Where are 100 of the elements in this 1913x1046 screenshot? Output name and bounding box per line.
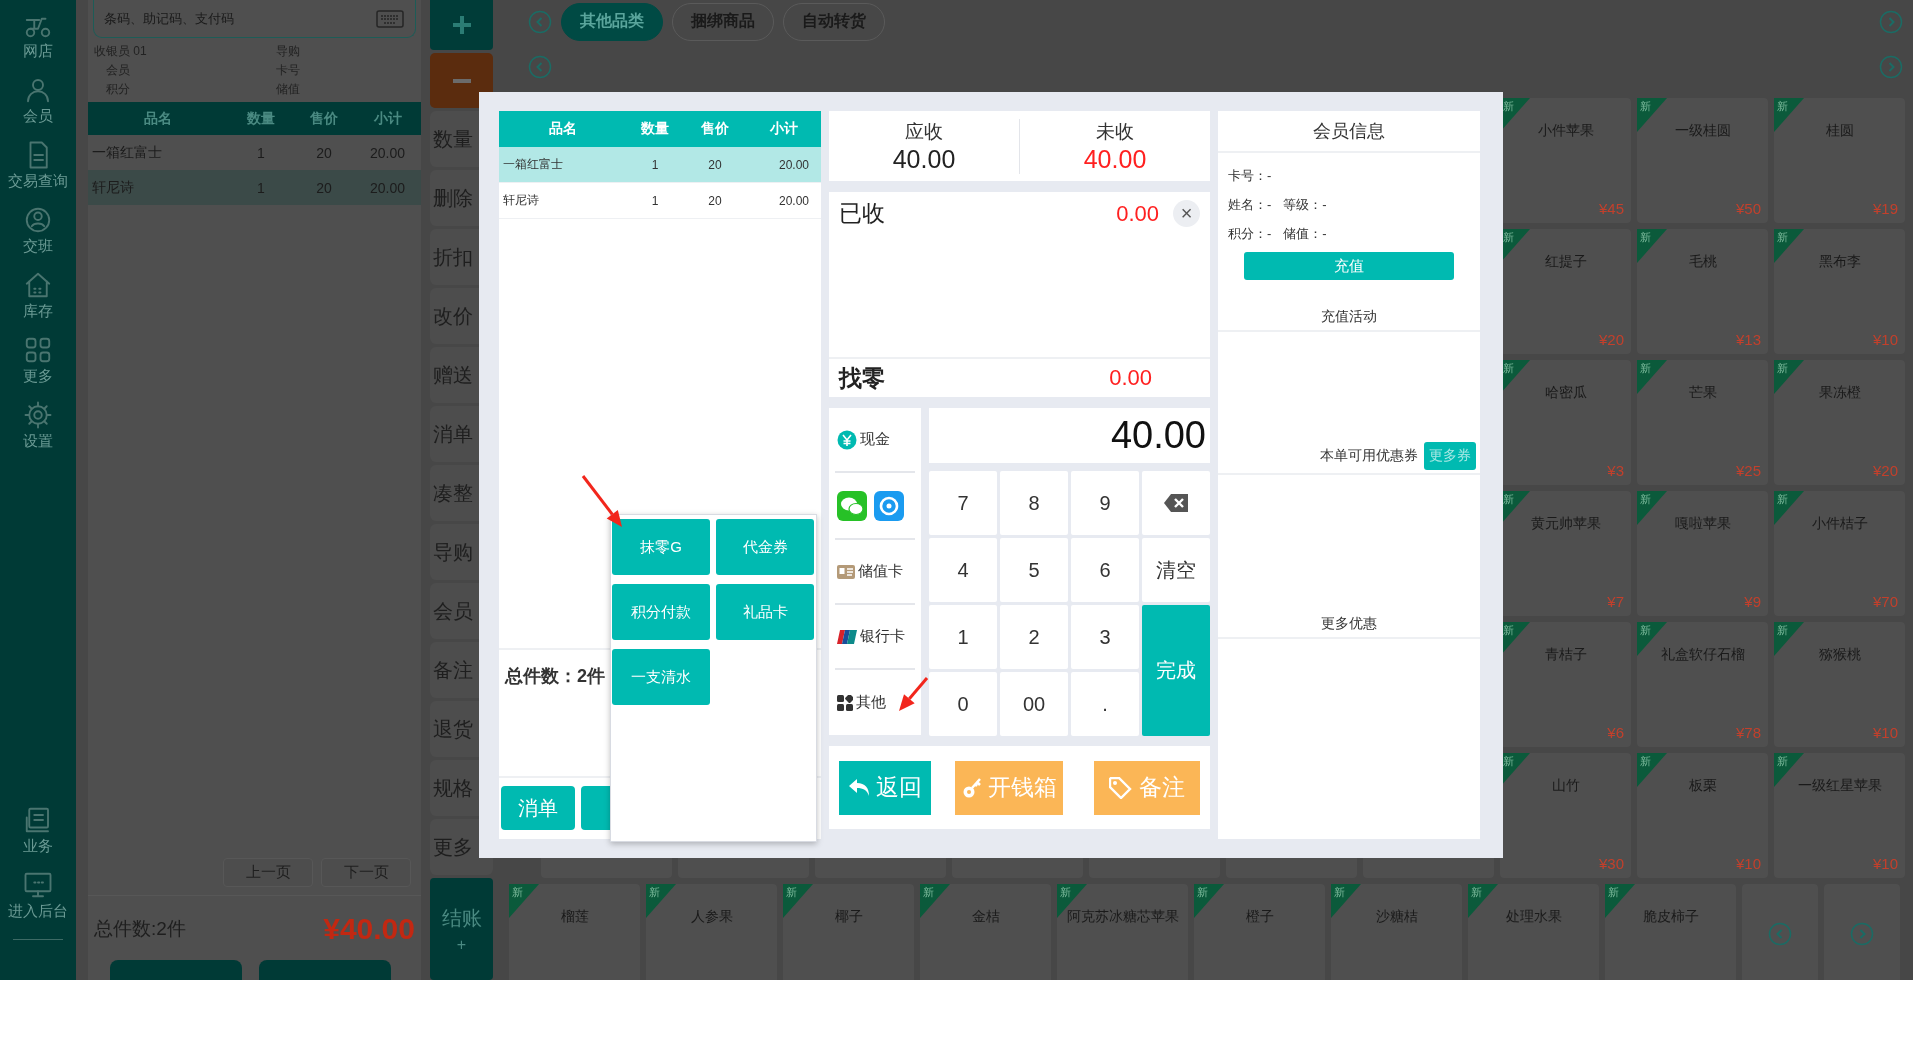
member-field: 卡号：- (1228, 161, 1272, 190)
new-badge: 新 (1774, 491, 1804, 525)
table-row[interactable]: 一箱红富士 1 20 20.00 (499, 147, 821, 183)
number-key[interactable]: 0 (929, 672, 997, 736)
payment-method[interactable]: 储值卡 (835, 540, 915, 605)
table-cell-text: 20 (707, 157, 723, 172)
column-header: 小计 (372, 109, 403, 128)
column-header: 品名 (143, 109, 173, 128)
checkout-button[interactable]: 结账 + (430, 878, 493, 980)
sidebar-item[interactable]: 进入后台 (8, 868, 68, 923)
sidebar-item[interactable]: 交班 (23, 203, 53, 258)
payment-method[interactable]: 其他 (835, 670, 915, 735)
received-value: 0.00 (1116, 200, 1159, 227)
done-button[interactable]: 完成 (1142, 605, 1210, 736)
new-badge: 新 (1331, 884, 1361, 918)
summary-value: 40.00 (1083, 144, 1147, 174)
number-key[interactable]: 2 (1000, 605, 1068, 669)
payment-option-button[interactable]: 礼品卡 (716, 584, 814, 640)
new-badge: 新 (646, 884, 676, 918)
new-badge: 新 (1774, 229, 1804, 263)
table-cell-text: 1 (650, 157, 660, 172)
table-cell-text: 轩尼诗 (502, 192, 540, 209)
product-price: ¥13 (1735, 331, 1762, 348)
product-price: ¥7 (1607, 593, 1625, 610)
new-badge: 新 (1774, 622, 1804, 656)
product-price: ¥10 (1872, 331, 1899, 348)
sidebar-item[interactable]: 交易查询 (8, 138, 68, 193)
total-count: 总件数：2件 (505, 666, 605, 686)
summary-label: 未收 (1096, 119, 1134, 144)
sidebar-item[interactable]: 网店 (23, 8, 53, 63)
sidebar-item[interactable]: 更多 (23, 333, 53, 388)
clear-button[interactable]: × (1173, 200, 1200, 227)
product-price: ¥10 (1872, 724, 1899, 741)
column-header: 品名 (548, 120, 578, 138)
received-label: 已收 (839, 199, 885, 228)
recharge-button[interactable]: 充值 (1244, 252, 1454, 280)
number-key[interactable]: 6 (1071, 538, 1139, 602)
number-key[interactable]: 3 (1071, 605, 1139, 669)
number-key[interactable]: . (1071, 672, 1139, 736)
amount-display: 40.00 (929, 408, 1210, 463)
number-key[interactable]: 7 (929, 471, 997, 535)
new-badge: 新 (783, 884, 813, 918)
sidebar-item[interactable]: 业务 (23, 803, 53, 858)
table-cell-text: 20.00 (777, 193, 810, 208)
table-cell-text: 20.00 (777, 157, 810, 172)
payment-option-button[interactable]: 抹零G (612, 519, 710, 575)
new-badge: 新 (1637, 491, 1667, 525)
number-key[interactable]: 1 (929, 605, 997, 669)
payment-method[interactable]: 银行卡 (835, 605, 915, 670)
product-price: ¥6 (1607, 724, 1625, 741)
number-key[interactable]: 9 (1071, 471, 1139, 535)
section-title: 充值活动 (1218, 302, 1480, 332)
category-tab[interactable]: 其他品类 (561, 2, 663, 41)
product-price: ¥78 (1735, 724, 1762, 741)
number-key[interactable]: 4 (929, 538, 997, 602)
new-badge: 新 (509, 884, 539, 918)
product-price: ¥70 (1872, 593, 1899, 610)
payment-option-button[interactable]: 积分付款 (612, 584, 710, 640)
sidebar-item[interactable]: 库存 (23, 268, 53, 323)
new-badge: 新 (1194, 884, 1224, 918)
product-price: ¥30 (1598, 855, 1625, 872)
product-price: ¥50 (1735, 200, 1762, 217)
column-header: 售价 (309, 109, 339, 128)
back-button[interactable]: 返回 (839, 760, 931, 815)
product-price: ¥20 (1598, 331, 1625, 348)
member-field: 储值：- (1283, 219, 1327, 248)
payment-option-button[interactable]: 一支清水 (612, 649, 710, 705)
table-cell-text: 20 (707, 193, 723, 208)
clear-key[interactable]: 清空 (1142, 538, 1210, 602)
product-price: ¥20 (1872, 462, 1899, 479)
total-amount: ¥40.00 (323, 912, 415, 946)
sidebar-item[interactable]: 设置 (23, 398, 53, 453)
number-key[interactable]: 00 (1000, 672, 1068, 736)
column-header: 数量 (640, 120, 670, 138)
payment-option-button[interactable]: 代金券 (716, 519, 814, 575)
table-cell-text: 一箱红富士 (502, 156, 564, 173)
sidebar-item[interactable]: 会员 (23, 73, 53, 128)
member-field: 等级：- (1283, 190, 1327, 219)
new-badge: 新 (1774, 98, 1804, 132)
new-badge: 新 (1637, 360, 1667, 394)
column-header: 数量 (246, 109, 276, 128)
column-header: 小计 (769, 120, 799, 138)
new-badge: 新 (1637, 753, 1667, 787)
payment-method[interactable]: 现金 (835, 408, 915, 473)
panel-title: 会员信息 (1218, 111, 1480, 153)
change-value: 0.00 (1109, 365, 1152, 391)
cancel-order-button[interactable]: 消单 (501, 786, 575, 830)
new-badge: 新 (1468, 884, 1498, 918)
new-badge: 新 (920, 884, 950, 918)
new-badge: 新 (1637, 229, 1667, 263)
summary-value: 40.00 (892, 144, 956, 174)
product-price: ¥3 (1607, 462, 1625, 479)
product-price: ¥10 (1872, 855, 1899, 872)
number-key[interactable]: 5 (1000, 538, 1068, 602)
number-key[interactable]: 8 (1000, 471, 1068, 535)
table-row[interactable]: 轩尼诗 1 20 20.00 (499, 183, 821, 219)
product-price: ¥10 (1735, 855, 1762, 872)
section-title: 更多优惠 (1218, 609, 1480, 639)
summary-label: 应收 (905, 119, 943, 144)
new-badge: 新 (1774, 360, 1804, 394)
